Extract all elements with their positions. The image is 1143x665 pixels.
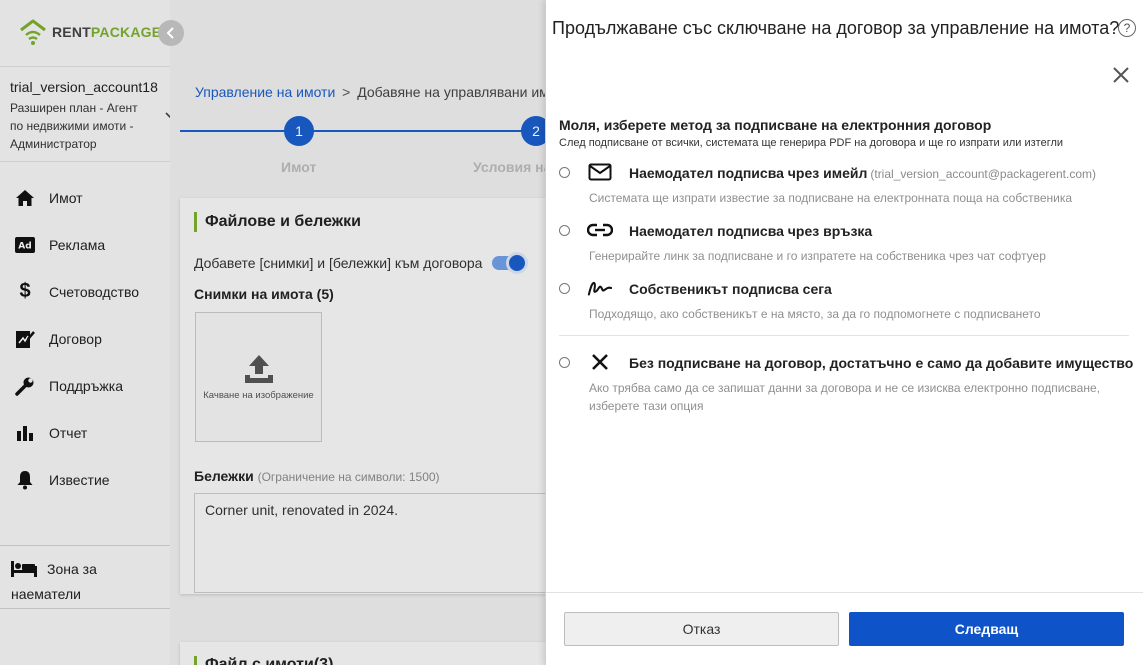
signature-icon xyxy=(587,278,613,298)
sidebar-item-maintenance[interactable]: Поддръжка xyxy=(0,362,170,409)
option-email: (trial_version_account@packagerent.com) xyxy=(870,167,1096,181)
property-files-title: Файл с имоти(3) xyxy=(194,656,333,665)
logo-mark-icon xyxy=(20,19,46,45)
collapse-sidebar-button[interactable] xyxy=(158,20,184,46)
sidebar-item-advertising[interactable]: Ad Реклама xyxy=(0,221,170,268)
brand-logo[interactable]: RENTPACKAGE xyxy=(18,18,161,46)
logo-package: PACKAGE xyxy=(90,24,162,40)
sidebar-item-property[interactable]: Имот xyxy=(0,174,170,221)
upload-image-label: Качване на изображение xyxy=(203,390,314,401)
upload-image-button[interactable]: Качване на изображение xyxy=(195,312,322,442)
sidebar-item-contract[interactable]: Договор xyxy=(0,315,170,362)
step-2-label: Условия на xyxy=(473,159,552,175)
option-description: Ако трябва само да се запишат данни за д… xyxy=(589,379,1100,415)
notes-char-limit: (Ограничение на символи: 1500) xyxy=(257,470,440,484)
files-notes-title: Файлове и бележки xyxy=(194,212,361,232)
sidebar-item-label: Договор xyxy=(49,330,102,347)
option-title: Наемодател подписва чрез имейл (trial_ver… xyxy=(629,165,1096,181)
attach-toggle-switch[interactable] xyxy=(492,252,529,274)
files-notes-card: Файлове и бележки Добавете [снимки] и [б… xyxy=(180,198,580,594)
sidebar-item-label: Счетоводство xyxy=(49,283,140,300)
radio-owner-signs-now[interactable] xyxy=(559,283,570,294)
options-divider xyxy=(559,335,1129,336)
sidebar-item-report[interactable]: Отчет xyxy=(0,409,170,456)
step-1-circle[interactable]: 1 xyxy=(284,116,314,146)
contract-icon xyxy=(14,328,36,350)
breadcrumb-separator: > xyxy=(342,84,351,100)
notes-textarea[interactable]: Corner unit, renovated in 2024. xyxy=(194,493,574,593)
signing-method-subheading: След подписване от всички, системата ще … xyxy=(559,137,1064,149)
notes-label-text: Бележки xyxy=(194,468,254,484)
question-circle-icon[interactable]: ? xyxy=(1118,19,1136,37)
account-switcher[interactable]: trial_version_account18 Разширен план - … xyxy=(0,66,179,162)
option-no-signing[interactable]: Без подписване на договор, достатъчно е … xyxy=(559,352,1133,416)
logo-bar: RENTPACKAGE xyxy=(0,0,170,66)
wrench-icon xyxy=(14,375,36,397)
option-description-line2: изберете тази опция xyxy=(589,399,704,413)
option-sign-by-email[interactable]: Наемодател подписва чрез имейл (trial_ver… xyxy=(559,162,1129,212)
account-role: Разширен план - Агент по недвижими имоти… xyxy=(10,101,138,151)
sidebar-item-label: Реклама xyxy=(49,236,106,253)
option-owner-signs-now[interactable]: Собственикът подписва сега Подходящо, ак… xyxy=(559,278,1129,328)
breadcrumb-root-link[interactable]: Управление на имоти xyxy=(195,84,335,100)
dollar-icon: $ xyxy=(19,280,31,302)
drawer-title: Продължаване със сключване на договор за… xyxy=(552,18,1120,38)
option-title: Наемодател подписва чрез връзка xyxy=(629,223,873,239)
sidebar-item-label: Поддръжка xyxy=(49,377,123,394)
option-sign-by-link[interactable]: Наемодател подписва чрез връзка Генерира… xyxy=(559,220,1129,270)
sidebar-item-label: Имот xyxy=(49,189,83,206)
option-description: Подходящо, ако собственикът е на място, … xyxy=(589,307,1041,321)
sidebar-item-notification[interactable]: Известие xyxy=(0,456,170,503)
notes-label: Бележки (Ограничение на символи: 1500) xyxy=(194,468,440,484)
option-description: Генерирайте линк за подписване и го изпр… xyxy=(589,249,1046,263)
stepper-progress-line xyxy=(180,130,580,132)
next-button[interactable]: Следващ xyxy=(849,612,1124,646)
step-1-label: Имот xyxy=(281,159,317,175)
attach-toggle-row: Добавете [снимки] и [бележки] към догово… xyxy=(194,252,529,274)
bell-icon xyxy=(14,469,36,491)
radio-no-signing[interactable] xyxy=(559,357,570,368)
account-name: trial_version_account18 xyxy=(10,79,158,95)
sidebar-item-label: Известие xyxy=(49,471,110,488)
option-description-line1: Ако трябва само да се запишат данни за д… xyxy=(589,381,1100,395)
attach-toggle-label: Добавете [снимки] и [бележки] към догово… xyxy=(194,255,483,271)
signing-method-drawer: Продължаване със сключване на договор за… xyxy=(545,0,1143,665)
chevron-left-icon xyxy=(166,27,174,39)
radio-sign-by-link[interactable] xyxy=(559,225,570,236)
radio-sign-by-email[interactable] xyxy=(559,167,570,178)
sidebar: RENTPACKAGE trial_version_account18 Разш… xyxy=(0,0,184,665)
link-icon xyxy=(587,220,613,240)
signing-method-heading: Моля, изберете метод за подписване на ел… xyxy=(559,117,992,133)
logo-text: RENTPACKAGE xyxy=(52,24,161,40)
upload-icon xyxy=(244,355,273,383)
toggle-knob xyxy=(506,252,529,274)
option-title: Без подписване на договор, достатъчно е … xyxy=(629,355,1134,371)
breadcrumb: Управление на имоти > Добавяне на управл… xyxy=(195,84,549,100)
sidebar-nav: Имот Ad Реклама $ Счетоводство Договор П… xyxy=(0,162,170,503)
property-photos-label: Снимки на имота (5) xyxy=(194,286,334,302)
drawer-footer: Отказ Следващ xyxy=(546,592,1143,665)
tenant-zone-link[interactable]: Зона за наематели xyxy=(0,545,170,609)
logo-rent: RENT xyxy=(52,24,91,40)
option-description: Системата ще изпрати известие за подписв… xyxy=(589,191,1073,205)
ad-icon: Ad xyxy=(14,234,36,256)
cancel-button[interactable]: Отказ xyxy=(564,612,839,646)
bed-icon xyxy=(11,561,37,583)
sidebar-item-accounting[interactable]: $ Счетоводство xyxy=(0,268,170,315)
svg-text:Ad: Ad xyxy=(18,241,31,251)
option-title-text: Наемодател подписва чрез имейл xyxy=(629,165,868,181)
sidebar-item-label: Отчет xyxy=(49,424,88,441)
home-icon xyxy=(14,187,36,209)
option-title: Собственикът подписва сега xyxy=(629,281,832,297)
property-files-card: Файл с имоти(3) xyxy=(180,642,580,665)
breadcrumb-current: Добавяне на управлявани им xyxy=(357,84,549,100)
close-icon[interactable] xyxy=(1112,66,1130,84)
x-icon xyxy=(587,352,613,372)
envelope-icon xyxy=(587,162,613,182)
bar-chart-icon xyxy=(14,422,36,444)
